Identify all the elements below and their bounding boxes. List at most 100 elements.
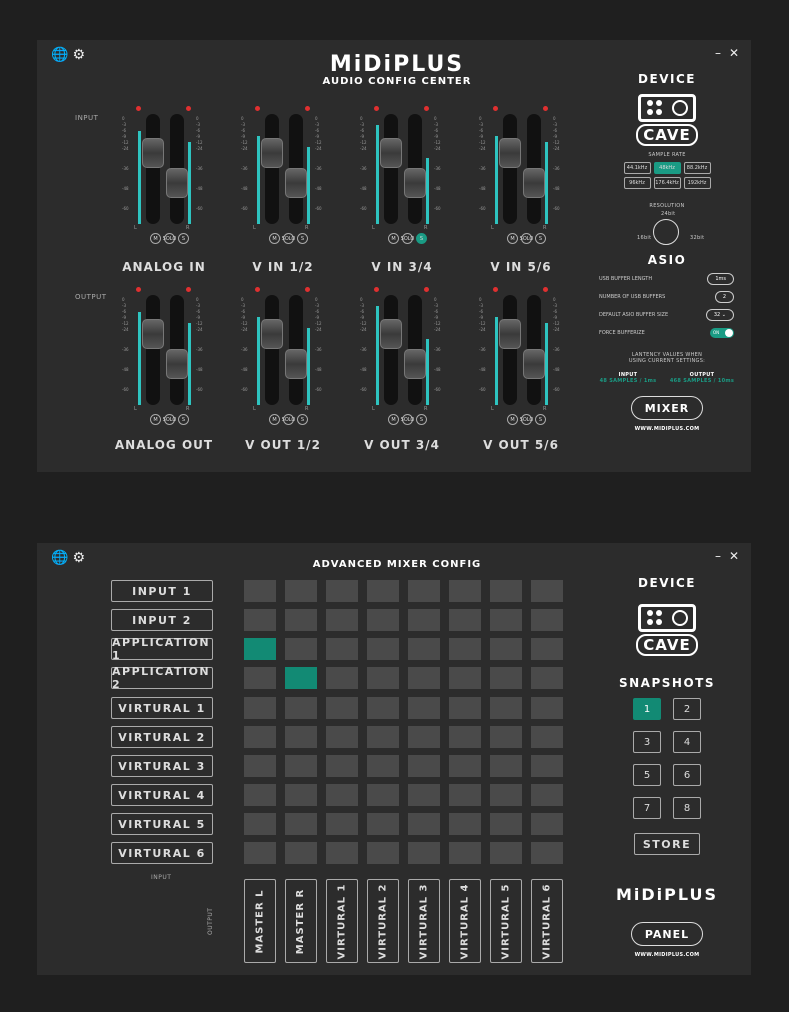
routing-cell[interactable] [326, 842, 358, 864]
routing-cell[interactable] [531, 842, 563, 864]
fader-left[interactable] [261, 295, 283, 405]
fader-left[interactable] [380, 114, 402, 224]
routing-cell[interactable] [367, 726, 399, 748]
routing-cell[interactable] [449, 580, 481, 602]
routing-cell[interactable] [408, 784, 440, 806]
fader-knob[interactable] [261, 138, 283, 168]
routing-cell[interactable] [531, 580, 563, 602]
routing-cell[interactable] [449, 667, 481, 689]
fader-right[interactable] [523, 295, 545, 405]
select-button[interactable]: S [297, 233, 308, 244]
routing-cell[interactable] [449, 842, 481, 864]
select-button[interactable]: S [178, 414, 189, 425]
routing-cell[interactable] [326, 638, 358, 660]
routing-cell[interactable] [367, 580, 399, 602]
fader-left[interactable] [499, 295, 521, 405]
select-button[interactable]: S [297, 414, 308, 425]
routing-cell[interactable] [285, 638, 317, 660]
fader-knob[interactable] [499, 319, 521, 349]
routing-cell[interactable] [244, 667, 276, 689]
snapshot-button[interactable]: 7 [633, 797, 661, 819]
snapshot-button[interactable]: 3 [633, 731, 661, 753]
routing-cell[interactable] [244, 842, 276, 864]
routing-cell[interactable] [531, 784, 563, 806]
output-target-button[interactable]: VIRTURAL 5 [490, 879, 522, 963]
output-target-button[interactable]: VIRTURAL 3 [408, 879, 440, 963]
minimize-icon[interactable]: – [715, 549, 721, 563]
routing-cell[interactable] [285, 667, 317, 689]
mute-button[interactable]: M [150, 233, 161, 244]
mute-button[interactable]: M [269, 414, 280, 425]
gear-icon[interactable]: ⚙ [72, 551, 85, 565]
fader-knob[interactable] [261, 319, 283, 349]
routing-cell[interactable] [490, 784, 522, 806]
mute-button[interactable]: M [388, 233, 399, 244]
routing-cell[interactable] [490, 697, 522, 719]
input-source-button[interactable]: APPLICATION 2 [111, 665, 213, 691]
routing-cell[interactable] [490, 726, 522, 748]
routing-cell[interactable] [490, 580, 522, 602]
routing-cell[interactable] [408, 813, 440, 835]
routing-cell[interactable] [244, 755, 276, 777]
routing-cell[interactable] [285, 842, 317, 864]
input-source-button[interactable]: VIRTURAL 4 [111, 784, 213, 806]
website-link[interactable]: WWW.MIDIPLUS.COM [597, 426, 737, 432]
input-source-button[interactable]: VIRTURAL 1 [111, 697, 213, 719]
store-button[interactable]: STORE [634, 833, 700, 855]
force-bufferize-toggle[interactable]: ON [710, 328, 734, 338]
routing-cell[interactable] [367, 697, 399, 719]
close-icon[interactable]: ✕ [729, 46, 739, 60]
routing-cell[interactable] [326, 667, 358, 689]
resolution-24bit[interactable]: 24bit [661, 211, 675, 217]
routing-cell[interactable] [367, 784, 399, 806]
select-button[interactable]: S [416, 414, 427, 425]
routing-cell[interactable] [367, 638, 399, 660]
input-source-button[interactable]: INPUT 2 [111, 609, 213, 631]
mute-button[interactable]: M [388, 414, 399, 425]
routing-cell[interactable] [244, 697, 276, 719]
mute-button[interactable]: M [150, 414, 161, 425]
routing-cell[interactable] [449, 755, 481, 777]
close-icon[interactable]: ✕ [729, 549, 739, 563]
routing-cell[interactable] [531, 609, 563, 631]
routing-cell[interactable] [244, 638, 276, 660]
snapshot-button[interactable]: 1 [633, 698, 661, 720]
sample-rate-option[interactable]: 88.2kHz [683, 162, 711, 174]
snapshot-button[interactable]: 8 [673, 797, 701, 819]
fader-knob[interactable] [142, 319, 164, 349]
minimize-icon[interactable]: – [715, 46, 721, 60]
gear-icon[interactable]: ⚙ [72, 48, 85, 62]
routing-cell[interactable] [367, 667, 399, 689]
solo-button[interactable]: SOLO [163, 414, 176, 425]
routing-cell[interactable] [408, 842, 440, 864]
sample-rate-option[interactable]: 96kHz [623, 177, 651, 189]
routing-cell[interactable] [326, 697, 358, 719]
routing-cell[interactable] [408, 638, 440, 660]
resolution-32bit[interactable]: 32bit [690, 235, 704, 241]
routing-cell[interactable] [408, 580, 440, 602]
solo-button[interactable]: SOLO [163, 233, 176, 244]
routing-cell[interactable] [449, 813, 481, 835]
routing-cell[interactable] [244, 813, 276, 835]
routing-cell[interactable] [326, 784, 358, 806]
routing-cell[interactable] [244, 609, 276, 631]
output-target-button[interactable]: MASTER R [285, 879, 317, 963]
routing-cell[interactable] [490, 667, 522, 689]
routing-cell[interactable] [408, 726, 440, 748]
routing-cell[interactable] [490, 755, 522, 777]
input-source-button[interactable]: VIRTURAL 2 [111, 726, 213, 748]
routing-cell[interactable] [367, 755, 399, 777]
fader-left[interactable] [380, 295, 402, 405]
resolution-dial[interactable] [653, 219, 679, 245]
fader-left[interactable] [142, 114, 164, 224]
snapshot-button[interactable]: 6 [673, 764, 701, 786]
select-button[interactable]: S [535, 414, 546, 425]
fader-left[interactable] [142, 295, 164, 405]
routing-cell[interactable] [408, 755, 440, 777]
routing-cell[interactable] [367, 813, 399, 835]
routing-cell[interactable] [367, 609, 399, 631]
select-button[interactable]: S [178, 233, 189, 244]
solo-button[interactable]: SOLO [520, 233, 533, 244]
routing-cell[interactable] [408, 697, 440, 719]
globe-icon[interactable]: 🌐 [51, 48, 68, 62]
